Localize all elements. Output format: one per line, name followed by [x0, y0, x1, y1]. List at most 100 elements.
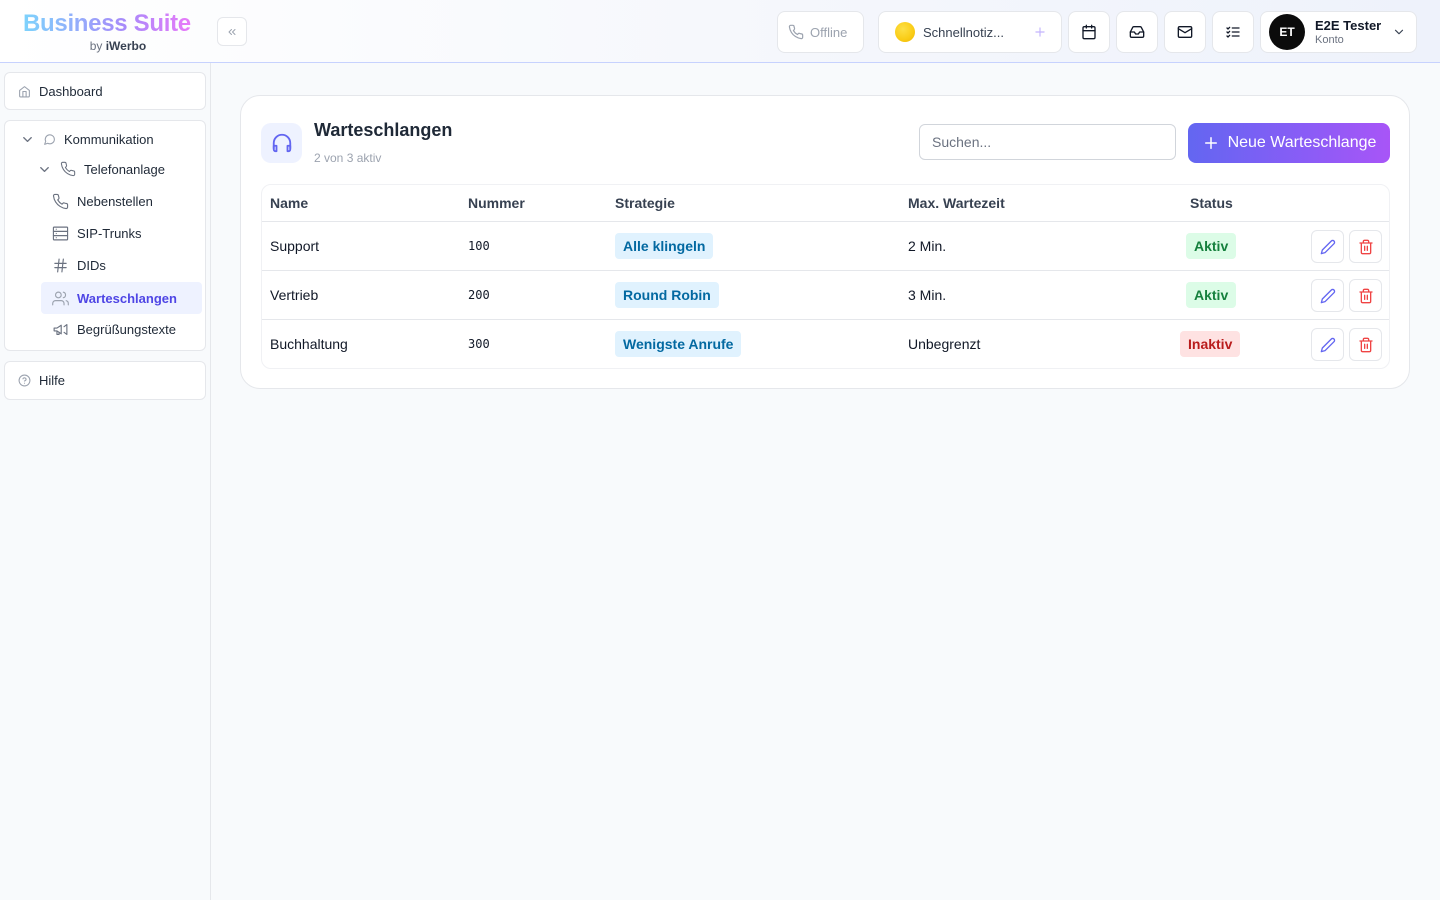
chevron-down-icon [1394, 29, 1404, 35]
queue-name: Vertrieb [270, 287, 319, 303]
table-header: Name Nummer Strategie Max. Wartezeit Sta… [262, 185, 1389, 222]
top-bar: Business Suite by iWerbo Offline Schnell… [0, 0, 1440, 63]
sidebar-item-label: Begrüßungstexte [77, 322, 177, 337]
sidebar-item-label: Telefonanlage [84, 161, 165, 177]
status-badge: Aktiv [1186, 282, 1237, 308]
headphones-icon [261, 123, 302, 163]
sidebar-item-label: Dashboard [39, 84, 103, 99]
active-count: 2 von 3 aktiv [314, 151, 382, 165]
queue-name: Support [270, 238, 320, 254]
strategy-badge: Round Robin [615, 282, 719, 308]
strategy-badge: Alle klingeln [615, 233, 714, 259]
logo-subtitle: by iWerbo [89, 39, 147, 53]
sidebar-item-sip-trunks[interactable]: SIP-Trunks [52, 225, 142, 242]
column-header-max-wait[interactable]: Max. Wartezeit [908, 195, 1005, 211]
logo-title: Business Suite [23, 10, 191, 37]
trash-icon [1358, 337, 1373, 352]
plus-icon [1204, 137, 1217, 149]
sidebar-item-label: Warteschlangen [77, 290, 177, 306]
table-row[interactable]: Vertrieb 200 Round Robin 3 Min. Aktiv [262, 271, 1389, 320]
new-queue-button[interactable]: Neue Warteschlange [1188, 123, 1390, 163]
pencil-icon [1320, 288, 1335, 303]
pencil-icon [1320, 337, 1335, 352]
strategy-badge: Wenigste Anrufe [615, 331, 742, 357]
pencil-icon [1320, 239, 1335, 254]
note-color-icon[interactable] [895, 22, 915, 42]
chevrons-left-icon [228, 28, 236, 35]
status-badge: Inaktiv [1180, 331, 1241, 357]
queue-max-wait: 2 Min. [908, 238, 947, 254]
page-title: Warteschlangen [314, 120, 453, 140]
sidebar-item-communication[interactable]: Kommunikation [20, 132, 154, 147]
queues-card: Warteschlangen 2 von 3 aktiv Neue Wartes… [240, 95, 1410, 389]
quick-note-placeholder: Schnellnotiz... [923, 24, 1004, 40]
queue-number: 200 [468, 288, 490, 302]
hash-icon [54, 258, 67, 273]
users-icon [52, 291, 69, 305]
plus-icon[interactable] [1033, 25, 1047, 39]
edit-button[interactable] [1311, 328, 1344, 361]
sidebar-item-label: DIDs [77, 258, 106, 273]
inbox-button[interactable] [1116, 11, 1158, 53]
mail-icon [1177, 26, 1193, 38]
sidebar: Dashboard Kommunikation Telefonanlage Ne… [0, 63, 211, 900]
mail-button[interactable] [1164, 11, 1206, 53]
delete-button[interactable] [1349, 279, 1382, 312]
logo[interactable]: Business Suite by iWerbo [23, 10, 191, 54]
trash-icon [1358, 288, 1373, 303]
user-info: E2E Tester Konto [1315, 18, 1381, 47]
column-header-strategy[interactable]: Strategie [615, 195, 675, 211]
sidebar-item-label: Kommunikation [64, 132, 154, 147]
sidebar-item-greetings[interactable]: Begrüßungstexte [52, 321, 176, 338]
collapse-sidebar-button[interactable] [217, 17, 247, 46]
queues-table: Name Nummer Strategie Max. Wartezeit Sta… [261, 184, 1390, 369]
delete-button[interactable] [1349, 230, 1382, 263]
sidebar-item-queues[interactable]: Warteschlangen [41, 282, 202, 314]
sidebar-item-label: SIP-Trunks [77, 226, 142, 241]
delete-button[interactable] [1349, 328, 1382, 361]
queue-max-wait: Unbegrenzt [908, 336, 981, 352]
avatar: ET [1269, 14, 1305, 50]
user-name: E2E Tester [1315, 17, 1382, 33]
new-queue-label: Neue Warteschlange [1227, 134, 1377, 151]
list-checks-icon [1226, 26, 1240, 38]
sidebar-item-label: Hilfe [39, 373, 66, 388]
queue-number: 300 [468, 337, 490, 351]
queue-name: Buchhaltung [270, 336, 348, 352]
chat-icon [44, 134, 55, 145]
table-row[interactable]: Buchhaltung 300 Wenigste Anrufe Unbegren… [262, 320, 1389, 368]
search-input[interactable] [919, 124, 1176, 160]
sidebar-item-help[interactable]: Hilfe [4, 361, 206, 400]
user-menu[interactable]: ET E2E Tester Konto [1260, 11, 1417, 53]
server-icon [52, 226, 69, 241]
phone-icon [52, 193, 69, 210]
calendar-icon [1082, 24, 1096, 40]
quick-note-field[interactable]: Schnellnotiz... [878, 11, 1062, 53]
column-header-number[interactable]: Nummer [468, 195, 525, 211]
sidebar-item-dashboard[interactable]: Dashboard [4, 72, 206, 110]
edit-button[interactable] [1311, 230, 1344, 263]
queue-max-wait: 3 Min. [908, 287, 947, 303]
help-circle-icon [18, 374, 31, 387]
home-icon [19, 86, 30, 98]
trash-icon [1358, 239, 1373, 254]
inbox-icon [1129, 26, 1145, 38]
edit-button[interactable] [1311, 279, 1344, 312]
column-header-status[interactable]: Status [1190, 195, 1233, 211]
chevron-down-icon [23, 137, 32, 142]
phone-icon [788, 24, 804, 40]
table-row[interactable]: Support 100 Alle klingeln 2 Min. Aktiv [262, 222, 1389, 271]
tasks-button[interactable] [1212, 11, 1254, 53]
sidebar-item-dids[interactable]: DIDs [52, 257, 106, 274]
chevron-down-icon [40, 166, 49, 172]
sidebar-group-communication: Kommunikation Telefonanlage Nebenstellen… [4, 120, 206, 351]
column-header-name[interactable]: Name [270, 195, 308, 211]
phone-icon [60, 161, 76, 177]
status-badge: Aktiv [1186, 233, 1237, 259]
sidebar-item-extensions[interactable]: Nebenstellen [52, 193, 153, 210]
phone-status-label: Offline [810, 24, 848, 40]
phone-status-button[interactable]: Offline [777, 11, 864, 53]
sidebar-item-phone-system[interactable]: Telefonanlage [37, 161, 165, 177]
queue-number: 100 [468, 239, 490, 253]
calendar-button[interactable] [1068, 11, 1110, 53]
